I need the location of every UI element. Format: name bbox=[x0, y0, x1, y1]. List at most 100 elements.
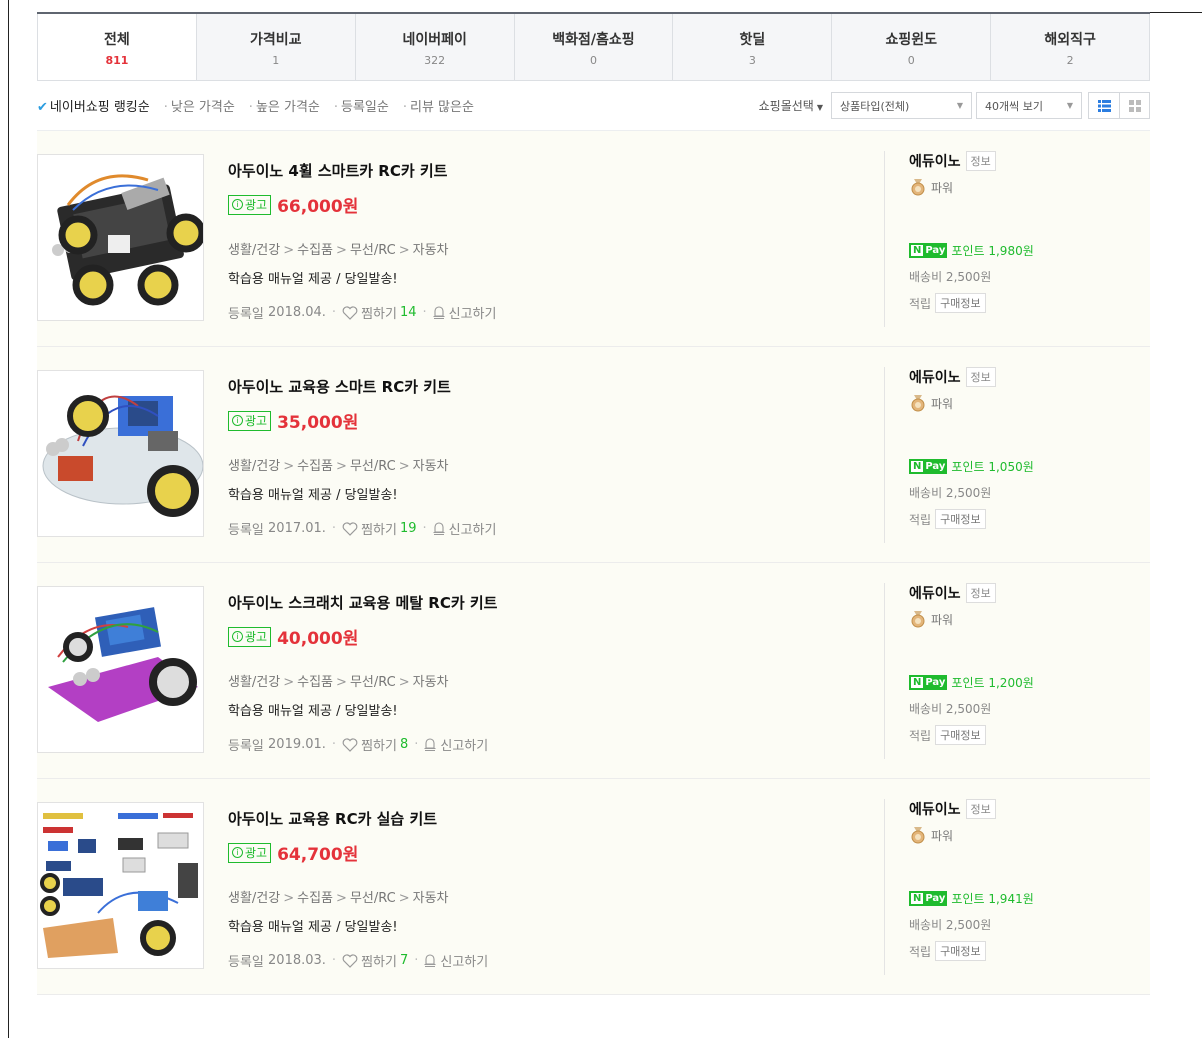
purchase-info-button[interactable]: 구매정보 bbox=[935, 725, 986, 745]
tab-department-store[interactable]: 백화점/홈쇼핑 0 bbox=[513, 14, 673, 80]
category-level-4[interactable]: 자동차 bbox=[413, 675, 449, 690]
tab-naverpay[interactable]: 네이버페이 322 bbox=[354, 14, 514, 80]
product-image[interactable] bbox=[37, 370, 204, 537]
category-level-2[interactable]: 수집품 bbox=[297, 243, 333, 258]
ad-badge[interactable]: i 광고 bbox=[228, 194, 272, 215]
list-view-button[interactable] bbox=[1089, 93, 1119, 118]
npay-logo-icon: N Pay bbox=[909, 675, 948, 690]
report-label: 신고하기 bbox=[440, 739, 489, 754]
grid-view-button[interactable] bbox=[1119, 93, 1149, 118]
product-image[interactable] bbox=[37, 154, 204, 321]
bell-icon bbox=[424, 954, 436, 967]
category-level-2[interactable]: 수집품 bbox=[297, 459, 333, 474]
tab-label: 쇼핑윈도 bbox=[885, 32, 937, 48]
seller-panel: 에듀이노 정보 파워 N Pay 포인트 1,980원 배송비 2,500원 적립… bbox=[884, 151, 1150, 327]
seller-panel: 에듀이노 정보 파워 N Pay 포인트 1,941원 배송비 2,500원 적립… bbox=[884, 799, 1150, 975]
separator-dot: · bbox=[414, 737, 419, 752]
purchase-info-button[interactable]: 구매정보 bbox=[935, 509, 986, 529]
info-circle-icon: i bbox=[232, 631, 243, 642]
category-level-3[interactable]: 무선/RC bbox=[350, 675, 396, 690]
earn-label: 적립 bbox=[909, 944, 932, 959]
tab-price-compare[interactable]: 가격비교 1 bbox=[195, 14, 355, 80]
npay-point-value: 포인트 1,941원 bbox=[951, 892, 1034, 906]
report-label: 신고하기 bbox=[448, 307, 497, 322]
sort-low-price[interactable]: · 낮은 가격순 bbox=[164, 96, 235, 115]
seller-name[interactable]: 에듀이노 bbox=[909, 151, 961, 171]
wish-button[interactable]: 찜하기 7 bbox=[342, 951, 408, 970]
report-button[interactable]: 신고하기 bbox=[424, 735, 488, 754]
report-button[interactable]: 신고하기 bbox=[433, 303, 497, 322]
category-level-3[interactable]: 무선/RC bbox=[350, 459, 396, 474]
product-image[interactable] bbox=[37, 586, 204, 753]
power-seller-badge: 파워 bbox=[909, 826, 1150, 844]
sort-ranking[interactable]: ✔ 네이버쇼핑 랭킹순 bbox=[37, 96, 150, 115]
seller-name[interactable]: 에듀이노 bbox=[909, 799, 961, 819]
chevron-right-icon: > bbox=[336, 459, 347, 474]
category-level-1[interactable]: 생활/건강 bbox=[228, 891, 280, 906]
category-level-2[interactable]: 수집품 bbox=[297, 891, 333, 906]
category-level-1[interactable]: 생활/건강 bbox=[228, 675, 280, 690]
purchase-info-button[interactable]: 구매정보 bbox=[935, 941, 986, 961]
seller-info-button[interactable]: 정보 bbox=[965, 583, 996, 603]
wish-button[interactable]: 찜하기 19 bbox=[342, 519, 417, 538]
product-description: 학습용 매뉴얼 제공 / 당일발송! bbox=[228, 704, 398, 719]
category-level-3[interactable]: 무선/RC bbox=[350, 891, 396, 906]
ad-badge[interactable]: i 광고 bbox=[228, 410, 272, 431]
seller-name[interactable]: 에듀이노 bbox=[909, 583, 961, 603]
seller-name[interactable]: 에듀이노 bbox=[909, 367, 961, 387]
tab-shopping-window[interactable]: 쇼핑윈도 0 bbox=[831, 14, 990, 80]
tab-all[interactable]: 전체 811 bbox=[37, 14, 196, 80]
tab-overseas[interactable]: 해외직구 2 bbox=[990, 14, 1151, 80]
purchase-info-button[interactable]: 구매정보 bbox=[935, 293, 986, 313]
seller-info-button[interactable]: 정보 bbox=[965, 151, 996, 171]
check-icon: ✔ bbox=[37, 100, 48, 115]
ad-label: 광고 bbox=[245, 198, 268, 212]
ad-badge[interactable]: i 광고 bbox=[228, 842, 272, 863]
sort-reg-date[interactable]: · 등록일순 bbox=[334, 96, 389, 115]
separator-dot: · bbox=[422, 305, 427, 320]
product-price: 35,000원 bbox=[277, 413, 359, 433]
seller-panel: 에듀이노 정보 파워 N Pay 포인트 1,200원 배송비 2,500원 적립… bbox=[884, 583, 1150, 759]
product-title[interactable]: 아두이노 교육용 스마트 RC카 키트 bbox=[228, 376, 868, 397]
category-level-1[interactable]: 생활/건강 bbox=[228, 243, 280, 258]
product-title[interactable]: 아두이노 교육용 RC카 실습 키트 bbox=[228, 808, 868, 829]
separator-dot: · bbox=[414, 953, 419, 968]
npay-point: N Pay 포인트 1,200원 bbox=[909, 674, 1150, 691]
category-level-3[interactable]: 무선/RC bbox=[350, 243, 396, 258]
sort-high-price[interactable]: · 높은 가격순 bbox=[249, 96, 320, 115]
category-level-1[interactable]: 생활/건강 bbox=[228, 459, 280, 474]
ad-badge[interactable]: i 광고 bbox=[228, 626, 272, 647]
product-image[interactable] bbox=[37, 802, 204, 969]
seller-info-button[interactable]: 정보 bbox=[965, 367, 996, 387]
separator-dot: · bbox=[331, 737, 337, 752]
report-button[interactable]: 신고하기 bbox=[424, 951, 488, 970]
report-label: 신고하기 bbox=[440, 955, 489, 970]
npay-point: N Pay 포인트 1,050원 bbox=[909, 458, 1150, 475]
chevron-right-icon: > bbox=[283, 459, 295, 474]
product-description: 학습용 매뉴얼 제공 / 당일발송! bbox=[228, 488, 398, 503]
price-line: i 광고 40,000원 bbox=[228, 624, 868, 649]
product-title[interactable]: 아두이노 4휠 스마트카 RC카 키트 bbox=[228, 160, 868, 181]
product-title[interactable]: 아두이노 스크래치 교육용 메탈 RC카 키트 bbox=[228, 592, 868, 613]
sort-reviews[interactable]: · 리뷰 많은순 bbox=[403, 96, 474, 115]
category-level-4[interactable]: 자동차 bbox=[413, 243, 449, 258]
wish-button[interactable]: 찜하기 8 bbox=[342, 735, 408, 754]
medal-icon bbox=[911, 611, 925, 628]
product-type-select[interactable]: 상품타입(전체) ▼ bbox=[831, 92, 972, 119]
report-button[interactable]: 신고하기 bbox=[433, 519, 496, 538]
seller-info-button[interactable]: 정보 bbox=[965, 799, 996, 819]
reg-date-label: 등록일 bbox=[228, 307, 264, 322]
wish-button[interactable]: 찜하기 14 bbox=[342, 303, 417, 322]
grid-view-icon bbox=[1128, 99, 1141, 112]
search-results: 전체 811 가격비교 1 네이버페이 322 백화점/홈쇼핑 0 핫딜 3 쇼… bbox=[37, 12, 1151, 995]
seller-name-line: 에듀이노 정보 bbox=[909, 151, 1150, 171]
wish-label: 찜하기 bbox=[361, 523, 397, 538]
mall-select-dropdown[interactable]: 쇼핑몰선택 ▼ bbox=[759, 97, 823, 114]
view-count-select[interactable]: 40개씩 보기 ▼ bbox=[976, 92, 1082, 119]
category-breadcrumb: 생활/건강 > 수집품 > 무선/RC > 자동차 bbox=[228, 671, 868, 690]
npay-point: N Pay 포인트 1,941원 bbox=[909, 890, 1150, 907]
category-level-4[interactable]: 자동차 bbox=[413, 891, 449, 906]
category-level-2[interactable]: 수집품 bbox=[297, 675, 333, 690]
tab-hotdeal[interactable]: 핫딜 3 bbox=[672, 14, 831, 80]
category-level-4[interactable]: 자동차 bbox=[413, 459, 449, 474]
